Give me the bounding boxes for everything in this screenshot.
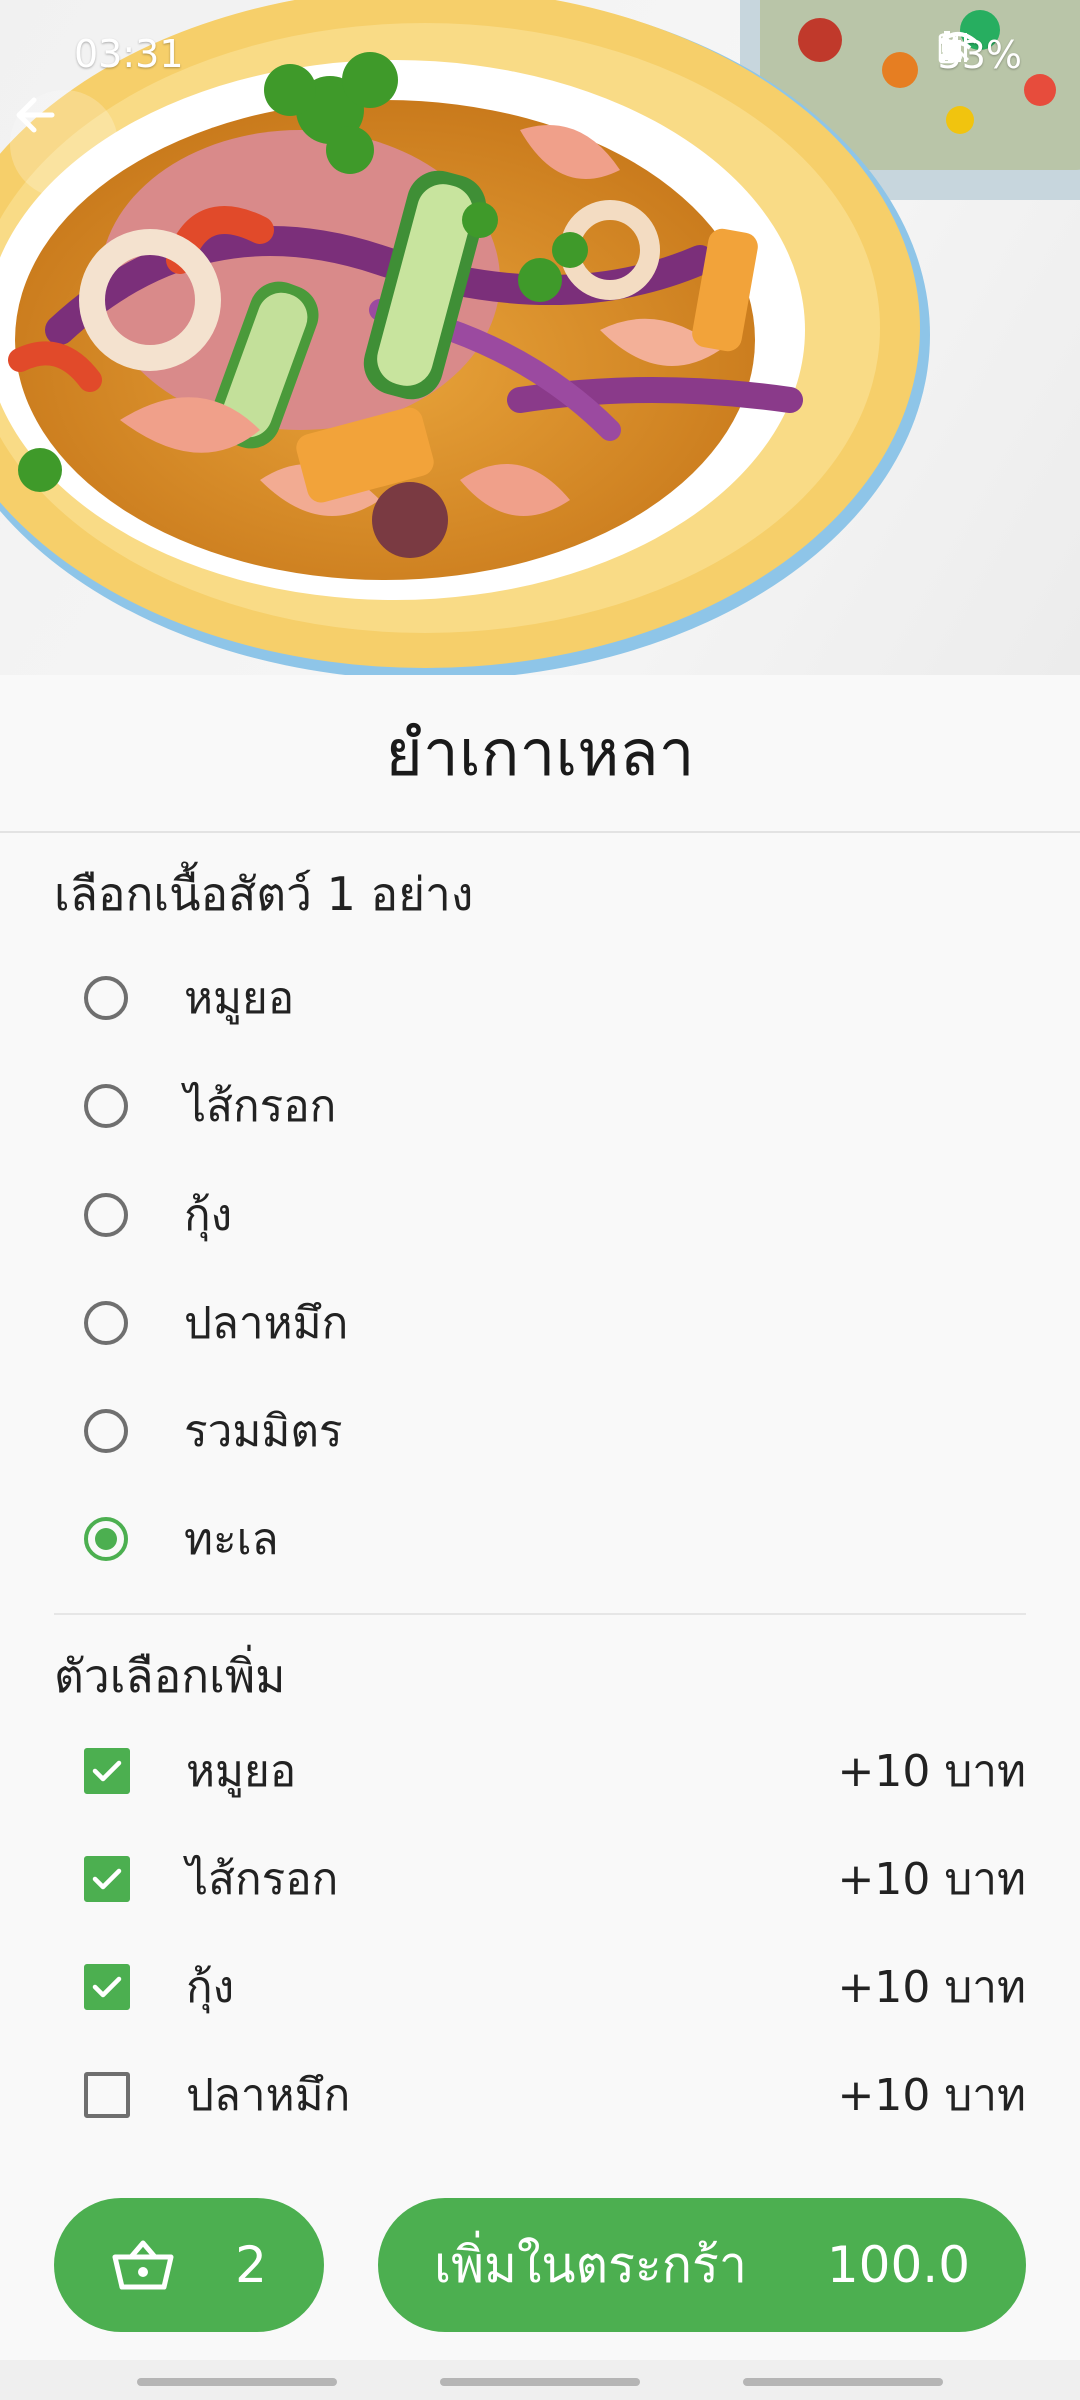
option-label: ไส้กรอก: [184, 1081, 337, 1132]
radio-button[interactable]: [84, 976, 128, 1020]
option-label: หมูยอ: [186, 1746, 297, 1797]
option-label: ไส้กรอก: [186, 1854, 339, 1905]
cart-button[interactable]: 2: [54, 2198, 324, 2332]
radio-button-selected[interactable]: [84, 1517, 128, 1561]
extras-section-title: ตัวเลือกเพิ่ม: [54, 1649, 286, 1703]
option-label: กุ้ง: [186, 1962, 235, 2013]
nav-back-button[interactable]: [743, 2378, 943, 2386]
meat-option-squid[interactable]: ปลาหมึก: [54, 1277, 1026, 1369]
checkbox-unchecked[interactable]: [84, 2072, 130, 2118]
checkbox-checked[interactable]: [84, 1748, 130, 1794]
option-label: หมูยอ: [184, 973, 295, 1024]
option-label: ปลาหมึก: [186, 2070, 351, 2121]
battery-icon: [938, 31, 955, 64]
meat-option-sausage[interactable]: ไส้กรอก: [54, 1060, 1026, 1152]
status-icons: 33%: [938, 30, 1022, 80]
option-label: กุ้ง: [184, 1190, 233, 1241]
extra-option-shrimp[interactable]: กุ้ง +10 บาท: [54, 1941, 1026, 2033]
system-nav-bar: [0, 2360, 1080, 2400]
option-price: +10 บาท: [837, 1746, 1026, 1797]
food-photo: 03:31 33%: [0, 0, 1080, 675]
radio-button[interactable]: [84, 1193, 128, 1237]
meat-option-mixed[interactable]: รวมมิตร: [54, 1385, 1026, 1477]
status-time: 03:31: [74, 32, 184, 76]
meat-option-moo-yor[interactable]: หมูยอ: [54, 952, 1026, 1044]
add-to-cart-label: เพิ่มในตระกร้า: [434, 2235, 747, 2294]
radio-button[interactable]: [84, 1409, 128, 1453]
arrow-back-icon: [16, 97, 55, 133]
option-label: รวมมิตร: [184, 1406, 343, 1457]
back-button[interactable]: [10, 90, 118, 198]
extra-option-moo-yor[interactable]: หมูยอ +10 บาท: [54, 1725, 1026, 1817]
option-price: +10 บาท: [837, 1854, 1026, 1905]
check-icon: [92, 1760, 122, 1782]
option-label: ปลาหมึก: [184, 1298, 349, 1349]
meat-option-shrimp[interactable]: กุ้ง: [54, 1169, 1026, 1261]
extra-option-sausage[interactable]: ไส้กรอก +10 บาท: [54, 1833, 1026, 1925]
product-title: ยำเกาเหลา: [385, 717, 695, 791]
add-to-cart-button[interactable]: เพิ่มในตระกร้า 100.0: [378, 2198, 1026, 2332]
meat-option-seafood[interactable]: ทะเล: [54, 1493, 1026, 1585]
radio-button[interactable]: [84, 1301, 128, 1345]
checkbox-checked[interactable]: [84, 1964, 130, 2010]
option-price: +10 บาท: [837, 2070, 1026, 2121]
option-label: ทะเล: [184, 1514, 279, 1565]
nav-recents-button[interactable]: [137, 2378, 337, 2386]
total-price: 100.0: [826, 2236, 970, 2294]
section-divider: [54, 1613, 1026, 1615]
cart-count: 2: [235, 2236, 267, 2294]
meat-section-title: เลือกเนื้อสัตว์ 1 อย่าง: [54, 867, 474, 921]
option-price: +10 บาท: [837, 1962, 1026, 2013]
check-icon: [92, 1976, 122, 1998]
nav-home-button[interactable]: [440, 2378, 640, 2386]
status-bar: 03:31 33%: [0, 0, 1080, 110]
extra-option-squid[interactable]: ปลาหมึก +10 บาท: [54, 2049, 1026, 2141]
title-bar: ยำเกาเหลา: [0, 675, 1080, 833]
checkbox-checked[interactable]: [84, 1856, 130, 1902]
radio-button[interactable]: [84, 1084, 128, 1128]
check-icon: [92, 1868, 122, 1890]
basket-icon: [112, 2240, 174, 2290]
